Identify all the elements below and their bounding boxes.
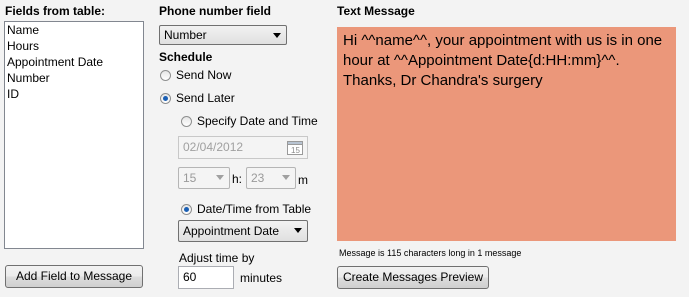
schedule-title: Schedule	[159, 50, 213, 64]
add-field-button[interactable]: Add Field to Message	[5, 265, 143, 288]
send-now-radio[interactable]	[160, 70, 171, 81]
hour-value: 15	[183, 171, 197, 185]
calendar-icon[interactable]: 15	[287, 140, 304, 155]
chevron-down-icon	[216, 175, 224, 180]
send-later-radio[interactable]	[160, 93, 171, 104]
phone-field-value: Number	[164, 28, 207, 42]
phone-field-select[interactable]: Number	[159, 25, 287, 45]
hour-unit: h:	[232, 172, 243, 186]
date-value: 02/04/2012	[183, 140, 244, 154]
minute-value: 23	[251, 171, 265, 185]
field-item-appointment-date[interactable]: Appointment Date	[5, 54, 143, 70]
send-now-label[interactable]: Send Now	[176, 68, 231, 82]
message-title: Text Message	[337, 4, 415, 18]
date-field-select[interactable]: Appointment Date	[178, 220, 308, 242]
chevron-down-icon	[273, 33, 281, 38]
from-table-radio[interactable]	[181, 204, 192, 215]
message-status: Message is 115 characters long in 1 mess…	[339, 248, 522, 258]
date-field-value: Appointment Date	[183, 224, 280, 238]
hour-select[interactable]: 15	[178, 167, 230, 189]
message-textarea[interactable]: Hi ^^name^^, your appointment with us is…	[337, 27, 676, 241]
chevron-down-icon	[294, 228, 302, 233]
from-table-label[interactable]: Date/Time from Table	[197, 202, 311, 216]
create-preview-button[interactable]: Create Messages Preview	[337, 266, 489, 289]
svg-text:15: 15	[291, 146, 300, 155]
adjust-unit: minutes	[240, 271, 283, 285]
field-item-number[interactable]: Number	[5, 70, 143, 86]
chevron-down-icon	[282, 175, 290, 180]
field-item-id[interactable]: ID	[5, 86, 143, 102]
field-item-name[interactable]: Name	[5, 22, 143, 38]
send-later-label[interactable]: Send Later	[176, 91, 235, 105]
adjust-label: Adjust time by	[179, 251, 255, 265]
minute-select[interactable]: 23	[246, 167, 296, 189]
specify-date-radio[interactable]	[181, 116, 192, 127]
specify-date-label[interactable]: Specify Date and Time	[197, 114, 318, 128]
adjust-input[interactable]: 60	[178, 266, 234, 289]
fields-title: Fields from table:	[5, 4, 106, 18]
phone-field-title: Phone number field	[159, 4, 272, 18]
date-picker[interactable]: 02/04/2012 15	[178, 136, 308, 159]
field-item-hours[interactable]: Hours	[5, 38, 143, 54]
fields-listbox[interactable]: Name Hours Appointment Date Number ID	[4, 21, 144, 249]
minute-unit: m	[298, 173, 308, 187]
